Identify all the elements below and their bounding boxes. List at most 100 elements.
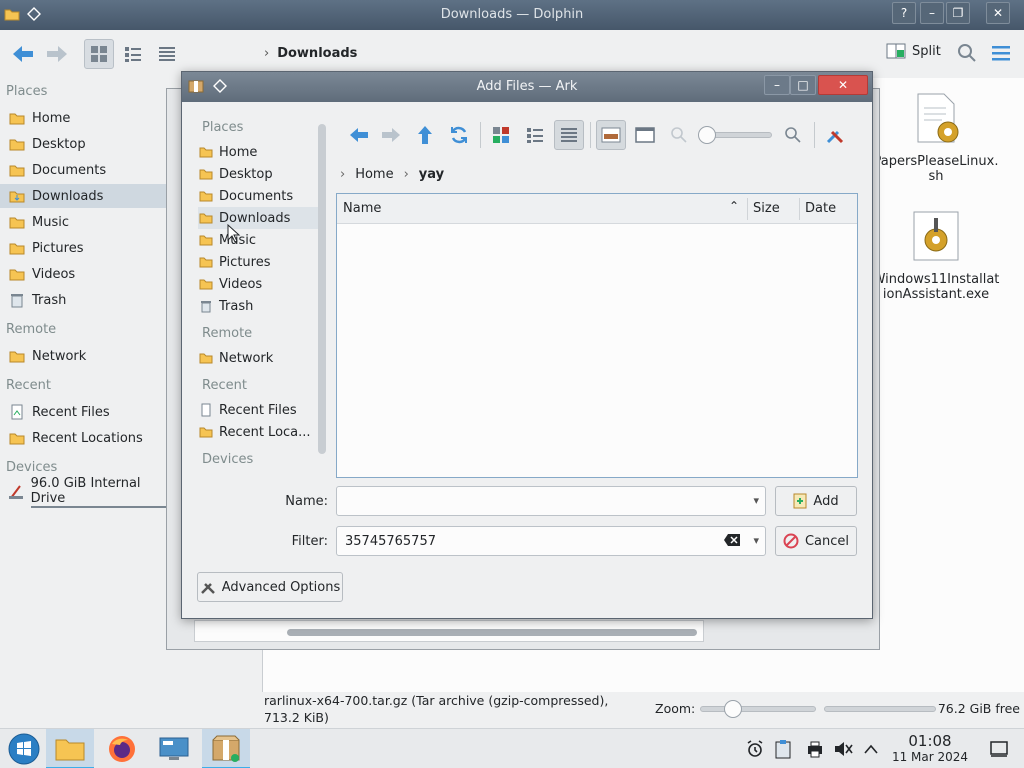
home-folder-icon	[8, 109, 26, 127]
printer-icon[interactable]	[804, 738, 826, 760]
place-recent-locations[interactable]: Recent Loca...	[198, 421, 318, 443]
place-trash[interactable]: Trash	[0, 288, 168, 312]
place-pictures[interactable]: Pictures	[198, 251, 318, 273]
breadcrumb[interactable]: › Downloads	[264, 46, 357, 61]
dolphin-titlebar[interactable]: Downloads — Dolphin ? – ❐ ✕	[0, 0, 1024, 30]
zoom-in-button[interactable]	[778, 120, 808, 150]
minimize-button[interactable]: –	[764, 75, 790, 95]
place-network[interactable]: Network	[198, 347, 318, 369]
place-desktop[interactable]: Desktop	[0, 132, 168, 156]
toolbar-separator	[480, 122, 481, 148]
icon-size-slider-handle[interactable]	[698, 126, 716, 144]
minimize-button[interactable]: –	[920, 2, 944, 24]
task-system-monitor[interactable]	[150, 729, 198, 768]
close-button[interactable]: ✕	[818, 75, 868, 95]
maximize-button[interactable]: □	[790, 75, 816, 95]
place-videos[interactable]: Videos	[198, 273, 318, 295]
parent-folder-button[interactable]	[410, 120, 440, 150]
file-list[interactable]: Name ⌃ Size Date	[336, 193, 858, 478]
compact-view-button[interactable]	[118, 39, 148, 69]
place-recent-files[interactable]: Recent Files	[0, 400, 168, 424]
place-recent-files[interactable]: Recent Files	[198, 399, 318, 421]
column-size[interactable]: Size	[753, 201, 780, 216]
close-button[interactable]: ✕	[986, 2, 1010, 24]
task-ark[interactable]	[202, 729, 250, 768]
place-downloads[interactable]: Downloads	[198, 207, 318, 229]
place-home[interactable]: Home	[0, 106, 168, 130]
places-scrollbar[interactable]	[318, 124, 326, 454]
place-music[interactable]: Music	[198, 229, 318, 251]
place-documents[interactable]: Documents	[198, 185, 318, 207]
place-music[interactable]: Music	[0, 210, 168, 234]
preview-button[interactable]	[596, 120, 626, 150]
alarm-icon[interactable]	[744, 738, 766, 760]
place-pictures[interactable]: Pictures	[0, 236, 168, 260]
place-home[interactable]: Home	[198, 141, 318, 163]
zoom-out-button[interactable]	[664, 120, 694, 150]
details-view-button[interactable]	[152, 39, 182, 69]
chevron-up-icon[interactable]	[860, 738, 882, 760]
help-button[interactable]: ?	[892, 2, 916, 24]
reload-button[interactable]	[444, 120, 474, 150]
place-documents[interactable]: Documents	[0, 158, 168, 182]
file-item[interactable]: PapersPleaseLinux.sh	[871, 90, 1001, 184]
advanced-options-button[interactable]: Advanced Options	[197, 572, 343, 602]
dialog-breadcrumb[interactable]: › Home › yay	[340, 167, 444, 182]
dialog-titlebar[interactable]: Add Files — Ark – □ ✕	[182, 72, 872, 102]
tools-icon	[826, 130, 844, 144]
place-downloads[interactable]: Downloads	[0, 184, 168, 208]
split-button[interactable]: Split	[886, 42, 941, 60]
volume-muted-icon[interactable]	[832, 738, 854, 760]
add-button[interactable]: Add	[775, 486, 857, 516]
place-trash[interactable]: Trash	[198, 295, 318, 317]
chevron-down-icon[interactable]: ▾	[753, 494, 759, 507]
back-button[interactable]	[344, 120, 374, 150]
task-firefox[interactable]	[98, 729, 146, 768]
forward-button[interactable]	[376, 120, 406, 150]
music-folder-icon	[8, 213, 26, 231]
file-item[interactable]: Windows11InstallationAssistant.exe	[871, 208, 1001, 302]
clipboard-icon[interactable]	[772, 738, 794, 760]
videos-folder-icon	[8, 265, 26, 283]
folder-icon	[198, 254, 214, 270]
forward-button[interactable]	[42, 39, 72, 69]
list-icon	[125, 47, 141, 62]
options-button[interactable]	[820, 120, 850, 150]
clear-text-icon[interactable]	[723, 533, 741, 551]
maximize-button[interactable]: ❐	[946, 2, 970, 24]
clock[interactable]: 01:08 11 Mar 2024	[880, 732, 980, 764]
details-view-button[interactable]	[554, 120, 584, 150]
place-recent-locations[interactable]: Recent Locations	[0, 426, 168, 450]
name-combobox[interactable]: ▾	[336, 486, 766, 516]
folder-icon	[198, 188, 214, 204]
crumb-home[interactable]: Home	[355, 167, 393, 182]
search-icon	[958, 44, 976, 62]
zoom-slider-handle[interactable]	[724, 700, 742, 718]
show-desktop-icon[interactable]	[988, 738, 1010, 760]
place-network[interactable]: Network	[0, 344, 168, 368]
task-dolphin[interactable]	[46, 729, 94, 768]
section-remote: Remote	[202, 326, 253, 341]
place-desktop[interactable]: Desktop	[198, 163, 318, 185]
section-devices: Devices	[202, 452, 254, 467]
filter-combobox[interactable]: 35745765757 ▾	[336, 526, 766, 556]
compact-view-button[interactable]	[520, 120, 550, 150]
panel-button[interactable]	[630, 120, 660, 150]
search-button[interactable]	[952, 38, 982, 68]
icons-view-button[interactable]	[486, 120, 516, 150]
zoom-slider[interactable]	[700, 706, 816, 712]
back-button[interactable]	[8, 39, 38, 69]
clock-date: 11 Mar 2024	[891, 750, 969, 764]
column-name[interactable]: Name	[343, 201, 381, 216]
cancel-button[interactable]: Cancel	[775, 526, 857, 556]
crumb-current[interactable]: yay	[419, 167, 444, 182]
icons-view-button[interactable]	[84, 39, 114, 69]
column-date[interactable]: Date	[805, 201, 836, 216]
hamburger-menu-button[interactable]	[986, 38, 1016, 68]
place-videos[interactable]: Videos	[0, 262, 168, 286]
place-internal-drive[interactable]: 96.0 GiB Internal Drive	[0, 476, 168, 508]
app-launcher[interactable]	[0, 729, 48, 768]
folder-icon	[198, 166, 214, 182]
window-icon	[635, 127, 655, 143]
chevron-down-icon[interactable]: ▾	[753, 534, 759, 547]
